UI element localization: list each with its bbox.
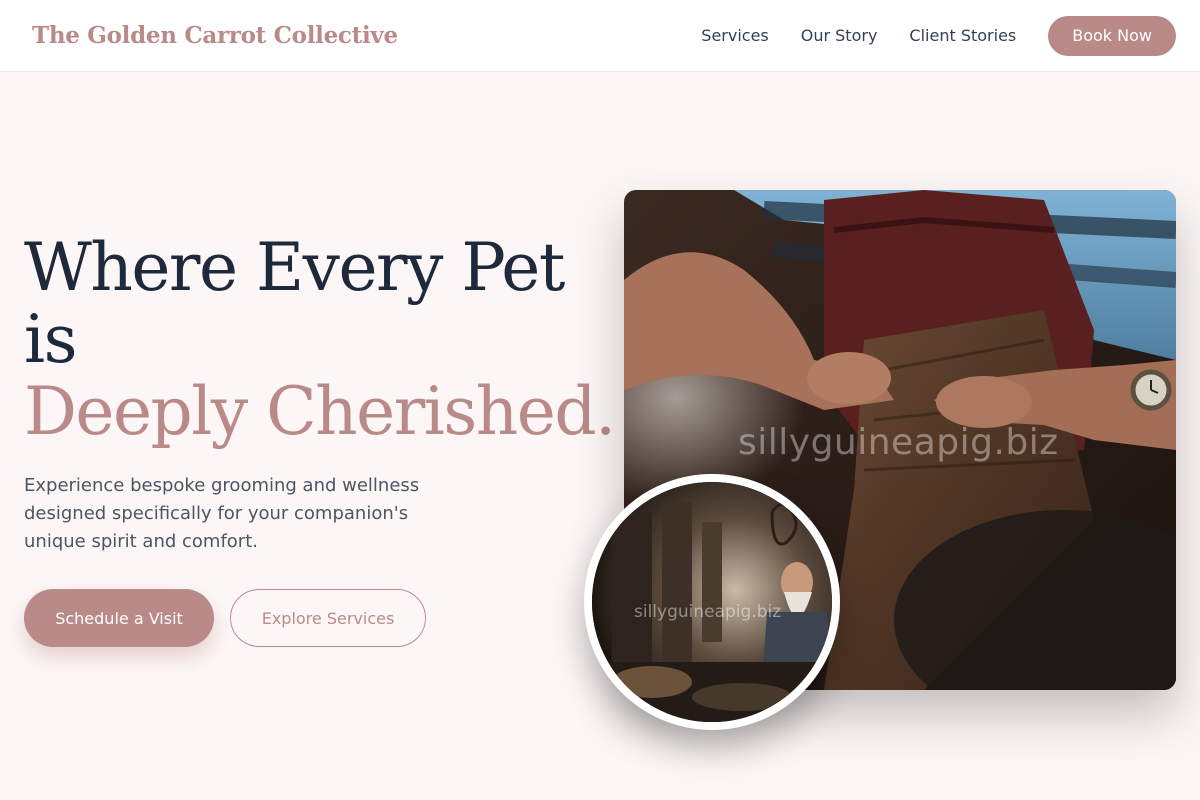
hero-circle-photo: sillyguineapig.biz <box>584 474 840 730</box>
hero-title-accent: Deeply Cherished. <box>24 373 616 450</box>
nav-link-our-story[interactable]: Our Story <box>801 26 878 45</box>
brand-logo[interactable]: The Golden Carrot Collective <box>32 22 398 49</box>
workshop-craftsman-image <box>592 482 832 722</box>
site-header: The Golden Carrot Collective Services Ou… <box>0 0 1200 72</box>
hero-subtitle: Experience bespoke grooming and wellness… <box>24 475 420 552</box>
main-nav: Services Our Story Client Stories Book N… <box>701 15 1176 56</box>
hero-title-line-2: is <box>24 301 77 378</box>
explore-services-button[interactable]: Explore Services <box>230 589 426 647</box>
schedule-visit-button[interactable]: Schedule a Visit <box>24 589 214 647</box>
nav-link-services[interactable]: Services <box>701 26 768 45</box>
book-now-button[interactable]: Book Now <box>1048 15 1176 56</box>
hero-title-line-1: Where Every Pet <box>24 229 565 306</box>
nav-link-client-stories[interactable]: Client Stories <box>909 26 1016 45</box>
hero-title: Where Every Pet is Deeply Cherished. <box>24 229 616 450</box>
